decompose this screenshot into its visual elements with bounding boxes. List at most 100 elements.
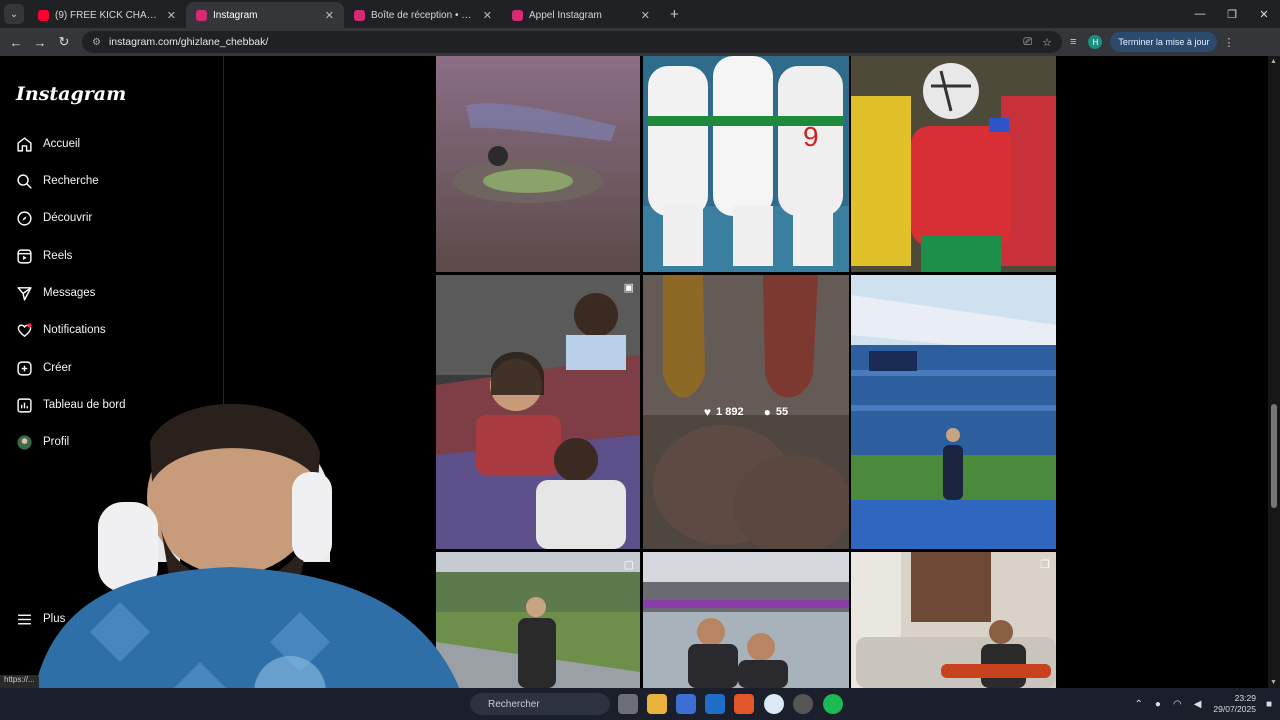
post-tile[interactable] [643,552,849,688]
back-icon[interactable]: ← [4,35,28,50]
task-view-icon[interactable] [618,694,638,714]
tab-title: Instagram [213,9,258,21]
comments-count: ● 55 [764,405,789,419]
close-icon[interactable]: ✕ [483,9,492,22]
spotify-icon[interactable] [823,694,843,714]
tab-search-button[interactable]: ⌄ [4,4,24,24]
sidebar-item-notifications[interactable]: Notifications [16,318,106,342]
post-hover-overlay[interactable]: ♥ 1 892 ● 55 [643,275,849,549]
post-image: 9 [643,56,849,272]
page-scrollbar[interactable]: ▲ ▼ [1268,56,1280,688]
post-image [436,56,640,272]
volume-icon[interactable]: ◀ [1194,699,1202,710]
windows-taskbar: Rechercher ⌃ ● ◠ ◀ 23:29 29/07/2025 ■ [0,688,1280,720]
sidebar-item-reels[interactable]: Reels [16,244,72,268]
scroll-down-icon[interactable]: ▼ [1270,679,1277,686]
post-tile[interactable] [851,56,1056,272]
browser-toolbar: ← → ↻ ⚙ instagram.com/ghizlane_chebbak/ … [0,28,1280,56]
notification-bell-icon[interactable]: ■ [1266,699,1272,710]
sidebar-item-label: Reels [43,250,73,262]
tab-instagram[interactable]: Instagram ✕ [186,2,344,28]
post-image [643,552,849,688]
tab-title: Boîte de réception • Direct [371,9,477,21]
reading-list-icon[interactable]: ≡ [1070,36,1076,48]
file-explorer-icon[interactable] [647,694,667,714]
url-text[interactable]: instagram.com/ghizlane_chebbak/ [109,36,268,48]
post-image [851,56,1056,272]
system-tray: ⌃ ● ◠ ◀ 23:29 29/07/2025 ■ [1135,688,1272,720]
outlook-icon[interactable] [705,694,725,714]
app-icon[interactable] [734,694,754,714]
install-app-icon[interactable]: ⎚ [1023,36,1032,49]
address-bar[interactable]: ⚙ instagram.com/ghizlane_chebbak/ ⎚ ☆ [82,31,1062,53]
post-image [851,552,1056,688]
post-tile[interactable] [436,56,640,272]
tab-title: (9) FREE KICK CHALLENGE 🔥 ... [55,9,161,21]
taskbar-search-placeholder: Rechercher [488,698,540,710]
bookmark-star-icon[interactable]: ☆ [1042,36,1052,49]
post-image [851,275,1056,549]
sidebar-item-explore[interactable]: Découvrir [16,206,92,230]
heart-filled-icon: ♥ [703,405,712,419]
obs-icon[interactable] [793,694,813,714]
sidebar-item-messages[interactable]: Messages [16,281,95,305]
close-window-icon[interactable]: ✕ [1248,0,1280,28]
taskbar-search[interactable]: Rechercher [470,693,610,715]
home-icon [17,136,32,152]
minimize-icon[interactable]: — [1184,0,1216,28]
update-button[interactable]: Terminer la mise à jour [1110,32,1218,52]
window-controls: — ❐ ✕ [1184,0,1280,28]
clock-time: 23:29 [1234,693,1256,703]
microphone-icon[interactable]: ● [1155,699,1161,710]
tab-instagram-call[interactable]: Appel Instagram ✕ [502,2,660,28]
post-tile-hovered[interactable]: ♥ 1 892 ● 55 [643,275,849,549]
taskbar-clock[interactable]: 23:29 29/07/2025 [1213,693,1256,715]
instagram-favicon-icon [512,9,523,21]
likes-count: ♥ 1 892 [704,405,744,419]
comment-bubble-icon: ● [763,405,771,419]
browser-tab-strip: ⌄ (9) FREE KICK CHALLENGE 🔥 ... ✕ Instag… [0,0,1280,28]
send-icon [17,286,32,301]
reload-icon[interactable]: ↻ [52,34,76,50]
tab-direct-inbox[interactable]: Boîte de réception • Direct ✕ [344,2,502,28]
scroll-thumb[interactable] [1271,404,1277,508]
likes-value: 1 892 [716,406,744,418]
restore-icon[interactable]: ❐ [1216,0,1248,28]
instagram-logo[interactable]: Instagram [16,83,126,105]
webcam-overlay [0,372,470,720]
kebab-menu-icon[interactable]: ⋮ [1223,36,1234,49]
sidebar-item-label: Notifications [43,324,106,336]
new-tab-button[interactable]: + [670,6,679,23]
close-icon[interactable]: ✕ [641,9,650,22]
reels-icon [17,248,32,264]
tab-title: Appel Instagram [529,9,602,21]
instagram-favicon-icon [196,9,207,21]
sidebar-item-label: Messages [43,287,96,299]
chevron-up-icon[interactable]: ⌃ [1135,699,1143,710]
svg-text:9: 9 [803,121,819,152]
profile-avatar[interactable]: H [1088,35,1103,49]
webcam-image [30,403,470,720]
forward-icon[interactable]: → [28,35,52,50]
link-status-bar: https://... [0,675,39,688]
sidebar-item-search[interactable]: Recherche [16,169,99,193]
sidebar-item-label: Accueil [43,138,81,150]
close-icon[interactable]: ✕ [167,9,176,22]
sidebar-item-label: Recherche [43,175,99,187]
wifi-icon[interactable]: ◠ [1173,699,1182,710]
heart-icon [17,322,32,337]
post-tile[interactable]: ❐ [851,552,1056,688]
post-tile[interactable] [851,275,1056,549]
carousel-badge-icon: ❐ [1040,559,1050,571]
site-info-icon[interactable]: ⚙ [92,37,101,48]
tab-youtube[interactable]: (9) FREE KICK CHALLENGE 🔥 ... ✕ [28,2,186,28]
instagram-favicon-icon [354,9,365,21]
sidebar-item-label: Découvrir [43,212,93,224]
chrome-icon[interactable] [764,694,784,714]
sidebar-item-home[interactable]: Accueil [16,132,80,156]
comments-value: 55 [775,406,789,418]
close-icon[interactable]: ✕ [325,9,334,22]
scroll-up-icon[interactable]: ▲ [1270,58,1277,65]
store-icon[interactable] [676,694,696,714]
post-tile[interactable]: 9 [643,56,849,272]
